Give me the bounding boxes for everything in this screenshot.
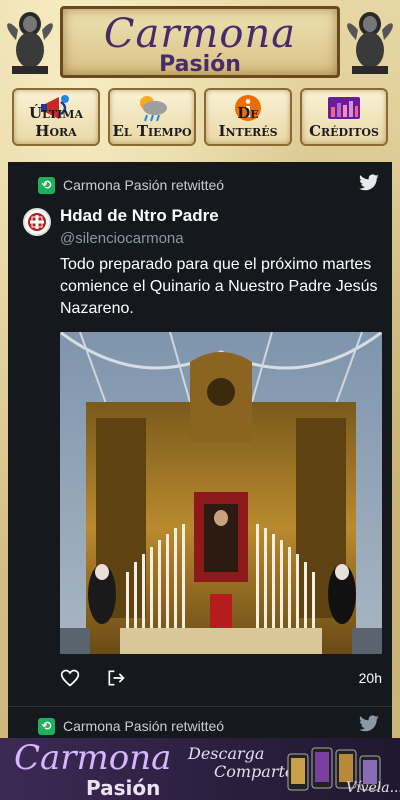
tweet-author-name[interactable]: Hdad de Ntro Padre [60,206,219,226]
angel-icon [347,12,393,74]
retweet-text: Carmona Pasión retwitteó [63,177,225,193]
twitter-timeline[interactable]: ⟲ Carmona Pasión retwitteó Hdad de Ntro … [8,162,392,738]
retweet-context: ⟲ Carmona Pasión retwitteó [38,717,224,735]
twitter-bird-icon[interactable] [358,715,380,733]
nav-label: Créditos [309,122,379,140]
promo-banner[interactable]: Carmona Pasión Descarga Comparte Vívela.… [0,738,400,800]
nav-ultima-hora[interactable]: Última Hora [12,88,100,146]
retweet-context: ⟲ Carmona Pasión retwitteó [38,176,224,194]
tweet-card[interactable]: ⟲ Carmona Pasión retwitteó Hdad de Ntro … [8,162,392,702]
nav-label: El Tiempo [112,122,192,140]
promo-subtitle: Pasión [86,776,161,800]
angel-icon [7,12,53,74]
app-header: Carmona Pasión [0,0,400,84]
avatar[interactable] [23,208,51,236]
nav-el-tiempo[interactable]: El Tiempo [108,88,196,146]
promo-title: Carmona [14,738,172,778]
promo-slogan: Descarga [188,744,265,763]
retweet-text: Carmona Pasión retwitteó [63,718,225,734]
app-subtitle: Pasión [159,52,241,77]
retweet-icon: ⟲ [38,717,55,735]
tweet-media-image[interactable] [60,332,382,654]
nav-de-interes[interactable]: De Interés [204,88,292,146]
nav-label: De Interés [218,104,278,140]
retweet-icon: ⟲ [38,176,55,194]
app-title: Carmona [103,11,297,57]
tweet-card[interactable]: ⟲ Carmona Pasión retwitteó [8,706,392,738]
weather-icon [140,96,167,122]
nav-creditos[interactable]: Créditos [300,88,388,146]
promo-slogan: Vívela..! [346,780,400,796]
tweet-actions: 20h [60,664,382,692]
main-nav: Última Hora El Tiempo De Interés Crédito… [10,88,390,146]
twitter-bird-icon[interactable] [358,174,380,192]
share-icon[interactable] [106,668,126,688]
promo-slogan: Comparte [214,762,295,781]
tweet-timestamp[interactable]: 20h [359,670,382,686]
brotherhood-logo-icon [28,213,46,231]
credits-icon [328,97,360,119]
nav-label: Última Hora [29,104,83,140]
heart-icon[interactable] [60,668,80,688]
tweet-author-handle[interactable]: @silenciocarmona [60,230,184,247]
title-banner: Carmona Pasión [60,6,340,78]
tweet-text: Todo preparado para que el próximo marte… [60,256,378,317]
